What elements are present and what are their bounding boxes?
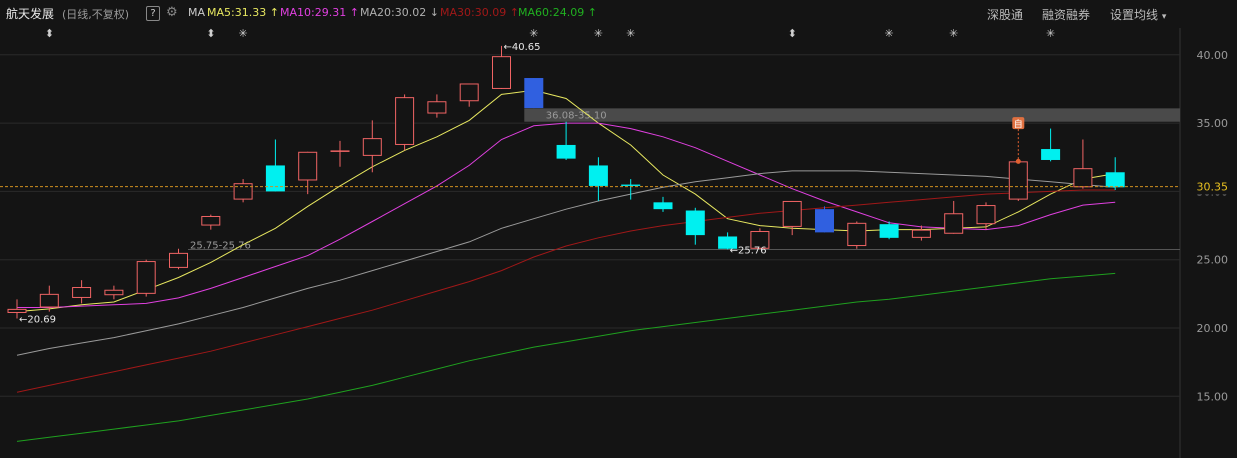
candle-body <box>169 252 188 268</box>
ma5-arrow: ↑ <box>269 6 279 19</box>
ma-label: MA <box>188 6 206 19</box>
candle-body <box>362 138 382 156</box>
chart-header: 航天发展 (日线,不复权) ? ⚙ MA MA5:31.33 ↑ MA10:29… <box>0 0 1237 28</box>
gap-upper-label: 36.08-35.10 <box>546 110 607 121</box>
marker-label: 自 <box>1014 118 1023 130</box>
candle-body <box>1041 149 1061 160</box>
candle-body <box>427 101 447 114</box>
candle-body <box>39 293 59 308</box>
candle-body <box>685 210 705 236</box>
period-label[interactable]: (日线,不复权) <box>62 6 129 22</box>
low2-price-label: ←25.76 <box>730 245 767 256</box>
event-marker-icon[interactable]: ✳ <box>949 27 958 40</box>
candle-body <box>524 78 544 109</box>
candle-body <box>621 184 641 186</box>
y-tick-label: 35.00 <box>1197 117 1229 130</box>
candle-body <box>233 183 253 200</box>
high-price-label: ←40.65 <box>504 42 541 53</box>
event-marker-icon[interactable]: ⬍ <box>45 27 54 40</box>
margin-trading-button[interactable]: 融资融券 <box>1042 6 1090 23</box>
candle-body <box>976 205 996 225</box>
ma5-legend: MA5:31.33 ↑ <box>207 6 279 19</box>
candle-body <box>1073 168 1093 188</box>
event-marker-icon[interactable]: ✳ <box>594 27 603 40</box>
set-ma-label: 设置均线 <box>1110 8 1159 22</box>
ma60-value: MA60:24.09 <box>518 6 585 19</box>
ma10-arrow: ↑ <box>349 6 359 19</box>
ma5-value: MA5:31.33 <box>207 6 267 19</box>
gap-band-upper <box>524 108 1180 122</box>
candle-body <box>653 202 673 210</box>
candle-body <box>556 144 576 159</box>
ma60-arrow: ↑ <box>587 6 597 19</box>
y-tick-label: 20.00 <box>1197 322 1229 335</box>
event-marker-icon[interactable]: ✳ <box>529 27 538 40</box>
y-tick-label: 40.00 <box>1197 49 1229 62</box>
ma20-value: MA20:30.02 <box>360 6 427 19</box>
help-icon[interactable]: ? <box>146 6 160 21</box>
event-marker-icon[interactable]: ⬍ <box>206 27 215 40</box>
event-marker-icon[interactable]: ⬍ <box>788 27 797 40</box>
ma30-legend: MA30:30.09 ↑ <box>440 6 519 19</box>
candle-body <box>330 150 350 152</box>
candle-body <box>847 222 867 247</box>
candle-body <box>588 165 608 186</box>
event-marker-icon[interactable]: ✳ <box>884 27 893 40</box>
candle-body <box>911 229 931 238</box>
set-ma-button[interactable]: 设置均线 ▾ <box>1110 6 1166 23</box>
candle-body <box>136 261 156 294</box>
chevron-down-icon: ▾ <box>1161 12 1167 22</box>
candle-body <box>7 308 27 313</box>
event-marker-icon[interactable]: ✳ <box>238 27 247 40</box>
candle-body <box>815 209 834 233</box>
candle-body <box>879 224 899 238</box>
low-price-label: ←20.69 <box>19 315 56 326</box>
candlestick-chart[interactable]: 40.0035.0030.0025.0020.0015.0036.08-35.1… <box>0 0 1237 458</box>
ma60-legend: MA60:24.09 ↑ <box>518 6 597 19</box>
current-price-label: 30.35 <box>1197 181 1229 194</box>
event-marker-icon[interactable]: ✳ <box>1046 27 1055 40</box>
candle-body <box>1105 172 1125 188</box>
candle-body <box>104 289 124 296</box>
candle-body <box>265 165 285 192</box>
shengutong-button[interactable]: 深股通 <box>987 6 1023 23</box>
candle-body <box>72 287 92 298</box>
candle-body <box>492 56 511 89</box>
ma20-legend: MA20:30.02 ↓ <box>360 6 439 19</box>
candle-body <box>298 151 318 181</box>
ma30-value: MA30:30.09 <box>440 6 507 19</box>
ma10-value: MA10:29.31 <box>280 6 347 19</box>
ma10-legend: MA10:29.31 ↑ <box>280 6 359 19</box>
y-tick-label: 25.00 <box>1197 254 1229 267</box>
candle-body <box>782 200 802 227</box>
gear-icon[interactable]: ⚙ <box>166 5 178 20</box>
y-tick-label: 15.00 <box>1197 390 1229 403</box>
candle-body <box>201 215 221 226</box>
stock-title[interactable]: 航天发展 <box>6 5 54 22</box>
candle-body <box>395 97 415 145</box>
candle-body <box>459 83 479 102</box>
ma20-arrow: ↓ <box>429 6 439 19</box>
candle-body <box>1008 161 1028 200</box>
candle-body <box>944 213 964 234</box>
marker-dot <box>1015 158 1021 164</box>
event-marker-icon[interactable]: ✳ <box>626 27 635 40</box>
